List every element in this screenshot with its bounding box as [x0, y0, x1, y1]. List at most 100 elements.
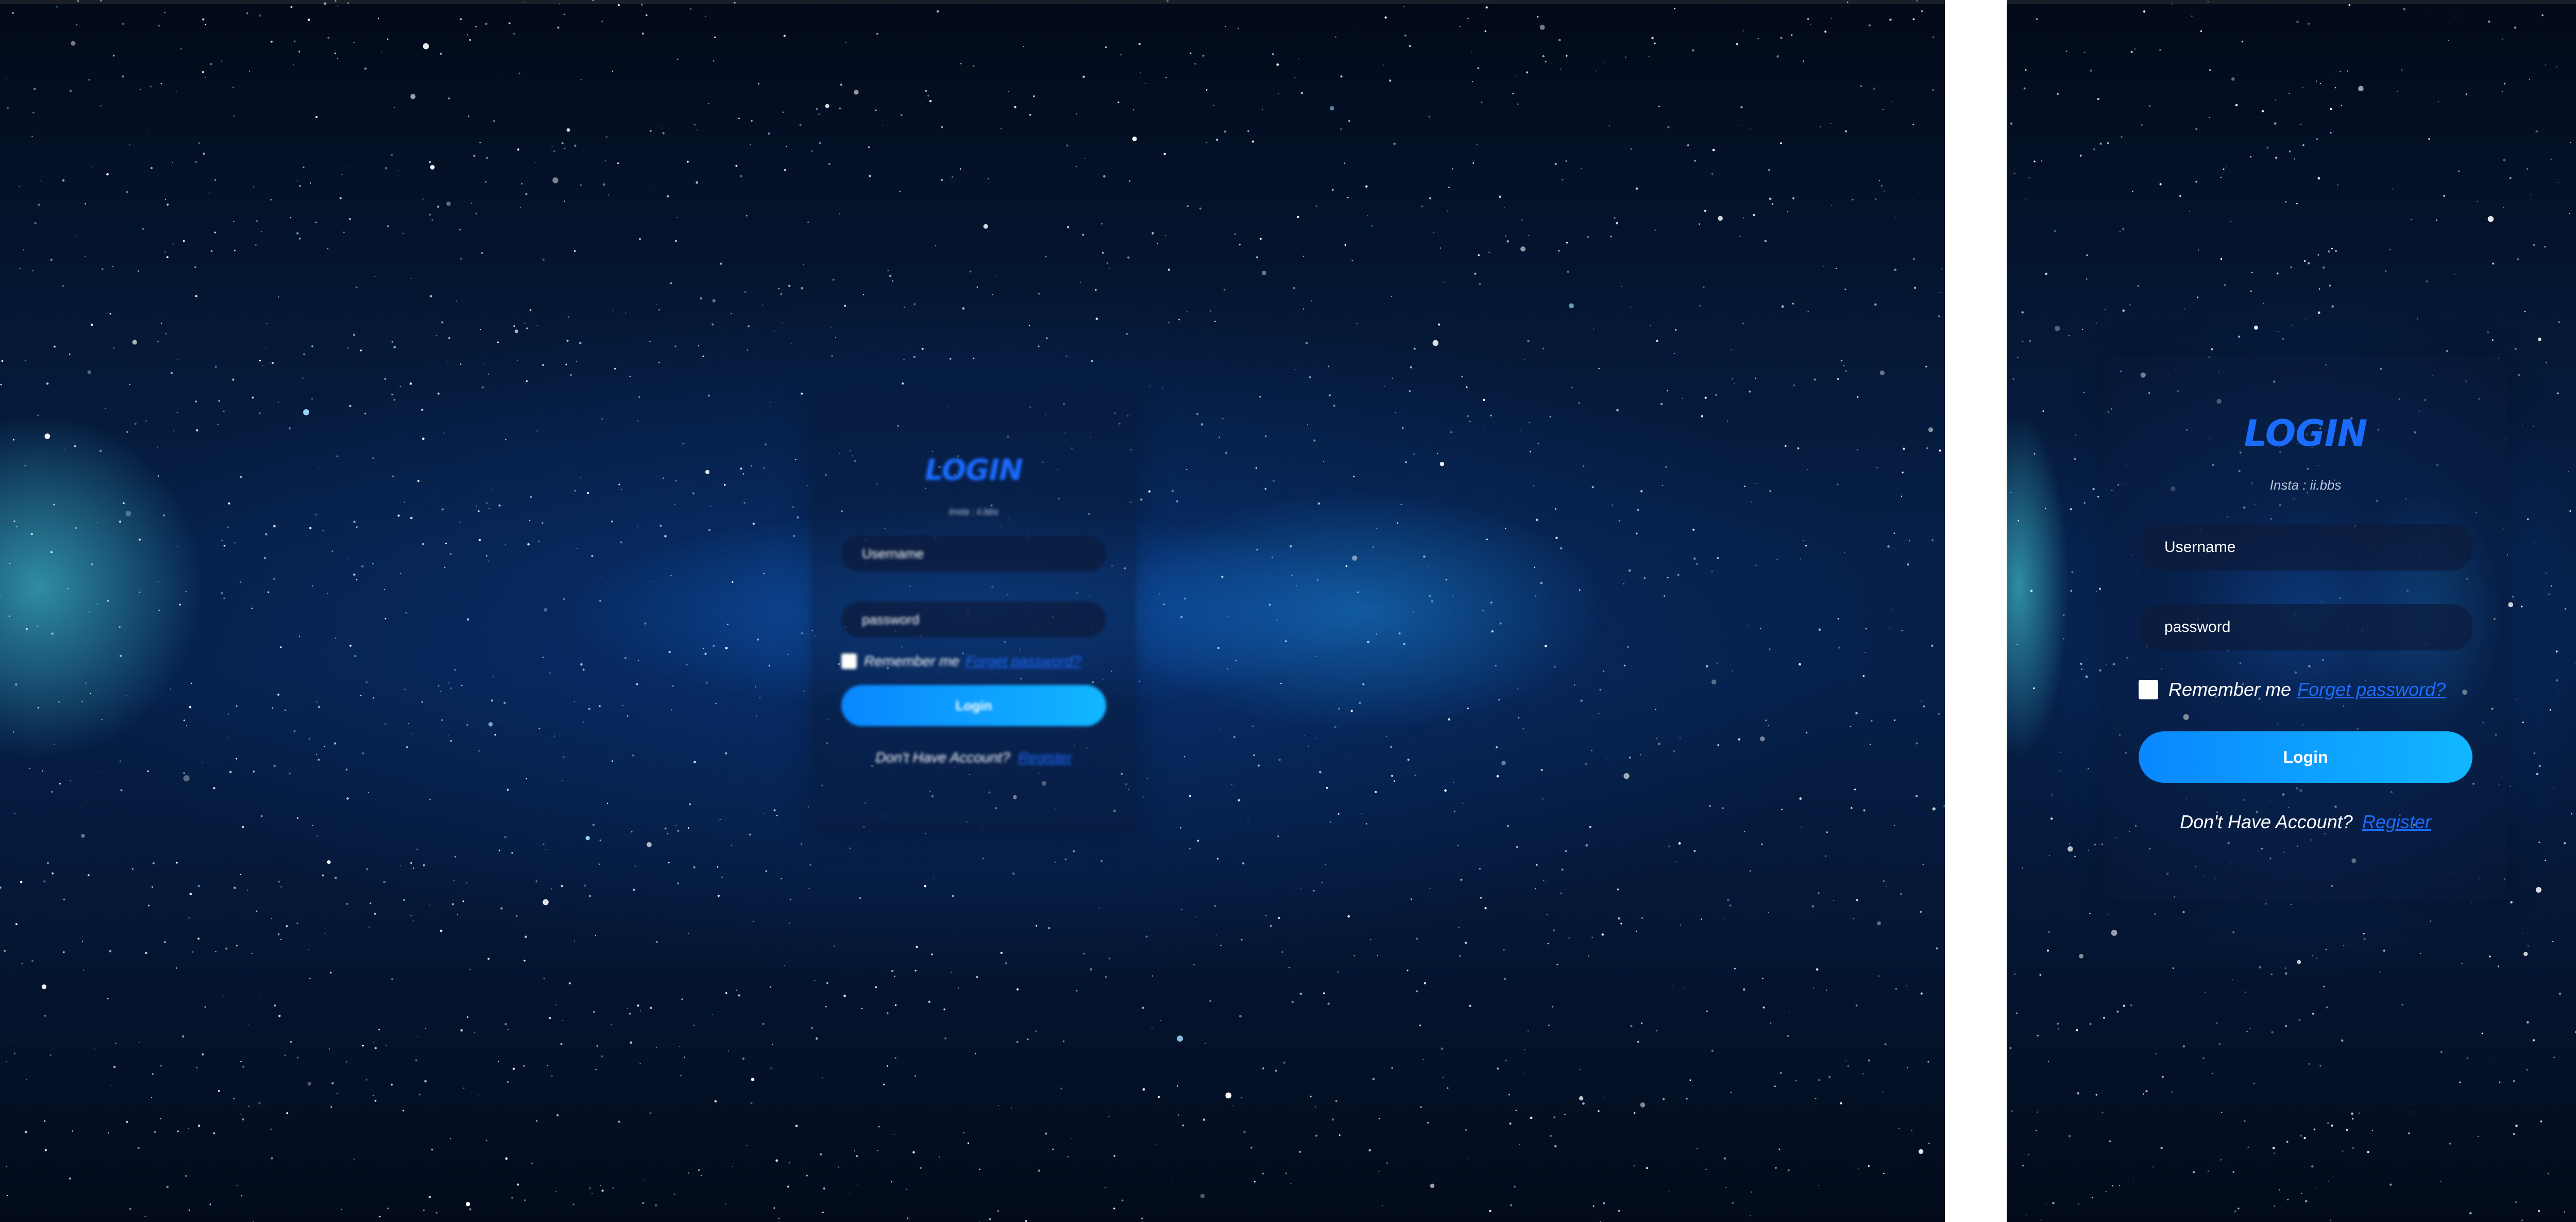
- star-dot: [233, 886, 236, 889]
- star-dot: [2159, 48, 2162, 51]
- star-dot: [2289, 150, 2291, 153]
- star-dot: [2363, 938, 2366, 941]
- star-dot: [775, 1159, 778, 1162]
- star-dot: [2538, 764, 2541, 767]
- star-dot: [1697, 1148, 1698, 1149]
- star-dot: [1636, 508, 1639, 511]
- star-dot: [1863, 809, 1866, 812]
- star-dot: [1350, 710, 1353, 712]
- star-dot: [478, 1095, 480, 1097]
- star-dot: [122, 22, 125, 25]
- star-dot: [1197, 840, 1199, 842]
- star-dot: [422, 198, 424, 200]
- star-dot: [834, 945, 836, 947]
- star-dot: [2294, 158, 2296, 160]
- star-dot: [360, 695, 362, 696]
- star-dot: [2207, 1, 2209, 3]
- star-dot: [677, 882, 679, 885]
- star-dot: [1906, 985, 1907, 986]
- star-dot: [428, 1196, 431, 1198]
- star-dot: [1591, 486, 1594, 489]
- star-dot: [448, 735, 450, 736]
- star-dot: [1391, 1067, 1393, 1069]
- star-dot: [1012, 872, 1015, 875]
- star-dot: [1616, 409, 1619, 412]
- star-dot: [1694, 160, 1696, 162]
- star-dot: [361, 565, 364, 568]
- register-link[interactable]: Register: [2362, 811, 2431, 832]
- star-dot: [2510, 901, 2513, 904]
- star-dot: [912, 1151, 915, 1154]
- star-dot: [493, 676, 494, 678]
- password-input[interactable]: [2139, 604, 2472, 650]
- star-dot: [611, 760, 614, 762]
- star-dot: [1016, 988, 1019, 991]
- star-dot: [1633, 1165, 1635, 1167]
- forgot-password-link[interactable]: Forget password?: [2297, 679, 2446, 700]
- star-dot: [392, 475, 394, 477]
- login-card: LOGIN Insta : ii.bbs Remember me Forget …: [2105, 356, 2506, 902]
- star-dot: [2182, 1045, 2185, 1048]
- star-dot: [2351, 1112, 2353, 1115]
- star-dot: [1459, 26, 1461, 27]
- star-dot: [473, 1032, 475, 1033]
- star-dot: [2211, 348, 2213, 350]
- star-dot: [1592, 1205, 1595, 1207]
- star-dot: [1391, 296, 1393, 297]
- register-link[interactable]: Register: [1018, 749, 1072, 765]
- star-dot: [466, 882, 468, 884]
- star-dot: [2383, 949, 2385, 952]
- star-dot: [2430, 920, 2432, 922]
- star-dot: [198, 142, 200, 144]
- username-input[interactable]: [841, 535, 1106, 572]
- star-dot: [2308, 1063, 2310, 1065]
- password-input[interactable]: [841, 601, 1106, 638]
- star-dot: [308, 19, 310, 21]
- star-dot: [2086, 254, 2088, 257]
- star-dot: [1302, 256, 1304, 257]
- star-dot: [469, 39, 471, 41]
- star-dot: [324, 932, 326, 934]
- star-dot: [1566, 242, 1568, 244]
- star-dot: [1142, 1088, 1145, 1091]
- username-input[interactable]: [2139, 524, 2472, 571]
- star-dot: [844, 305, 846, 307]
- star-dot: [1098, 908, 1100, 909]
- star-dot: [1490, 601, 1493, 604]
- star-dot: [466, 618, 469, 621]
- remember-me-checkbox[interactable]: [2139, 680, 2158, 699]
- star-dot: [1734, 383, 1735, 384]
- star-dot: [892, 280, 894, 282]
- star-dot: [1448, 187, 1450, 188]
- star-dot: [1565, 55, 1568, 57]
- star-dot: [323, 530, 324, 531]
- star-dot: [2564, 608, 2567, 610]
- star-dot: [868, 146, 870, 148]
- remember-me-checkbox[interactable]: [841, 654, 857, 669]
- star-dot: [2535, 130, 2538, 133]
- star-dot: [752, 920, 754, 923]
- login-button[interactable]: Login: [841, 685, 1106, 726]
- star-dot: [378, 18, 379, 19]
- star-dot: [2330, 108, 2332, 110]
- star-dot: [622, 705, 624, 707]
- star-dot: [2305, 1200, 2308, 1202]
- star-dot: [835, 337, 837, 339]
- star-dot: [1177, 1114, 1180, 1116]
- star-dot: [2326, 1006, 2328, 1009]
- star-dot: [381, 52, 382, 53]
- star-dot: [2323, 985, 2325, 987]
- star-dot: [1555, 537, 1558, 539]
- forgot-password-link[interactable]: Forget password?: [965, 653, 1081, 669]
- star-dot: [2216, 1022, 2218, 1024]
- star-dot: [2287, 1199, 2289, 1201]
- star-dot: [272, 707, 274, 709]
- star-dot: [391, 1083, 393, 1086]
- star-dot: [1508, 1094, 1511, 1096]
- star-dot: [429, 161, 432, 163]
- star-dot: [638, 238, 641, 240]
- star-dot: [44, 1149, 47, 1151]
- login-button[interactable]: Login: [2139, 731, 2472, 783]
- star-dot: [801, 287, 804, 290]
- star-dot: [1882, 1091, 1884, 1093]
